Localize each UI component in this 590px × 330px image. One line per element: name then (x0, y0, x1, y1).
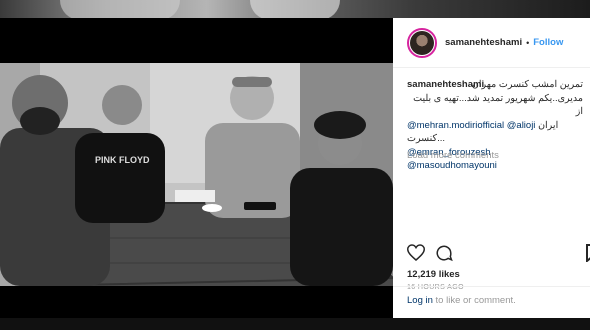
avatar-image (410, 30, 434, 55)
mention-link[interactable]: @mehran.modiriofficial (407, 120, 504, 131)
post-side-panel: samanehteshami • Follow samanehteshami ت… (393, 18, 590, 318)
heart-icon[interactable] (407, 244, 425, 262)
backdrop-shape (250, 0, 340, 20)
caption-text-line2: مدیری..یکم شهریور تمدید شد...تهیه ی بلیت… (413, 92, 583, 118)
follow-button[interactable]: Follow (533, 37, 563, 48)
caption-mentions: @mehran.modiriofficial @alioji ایران کنس… (407, 119, 583, 173)
login-prompt: Log in to like or comment. (393, 286, 590, 318)
bookmark-icon[interactable] (586, 244, 590, 262)
mention-link[interactable]: @alioji (507, 120, 536, 131)
post-actions (407, 244, 453, 262)
mention-link[interactable]: @masoudhomayouni (407, 160, 497, 171)
post-photo[interactable]: PINK FLOYD (0, 63, 393, 286)
photo-illustration: PINK FLOYD (0, 63, 393, 286)
avatar[interactable] (407, 27, 437, 58)
login-link[interactable]: Log in (407, 295, 433, 306)
likes-count[interactable]: 12,219 likes (407, 269, 460, 280)
svg-text:PINK FLOYD: PINK FLOYD (95, 155, 150, 165)
separator-dot: • (526, 37, 530, 48)
backdrop-shape (60, 0, 180, 20)
login-prompt-text: to like or comment. (432, 295, 516, 306)
comment-icon[interactable] (435, 244, 453, 262)
load-more-comments[interactable]: Load more comments (407, 150, 499, 161)
header-username[interactable]: samanehteshami (445, 37, 522, 48)
post-header: samanehteshami • Follow (393, 18, 590, 68)
